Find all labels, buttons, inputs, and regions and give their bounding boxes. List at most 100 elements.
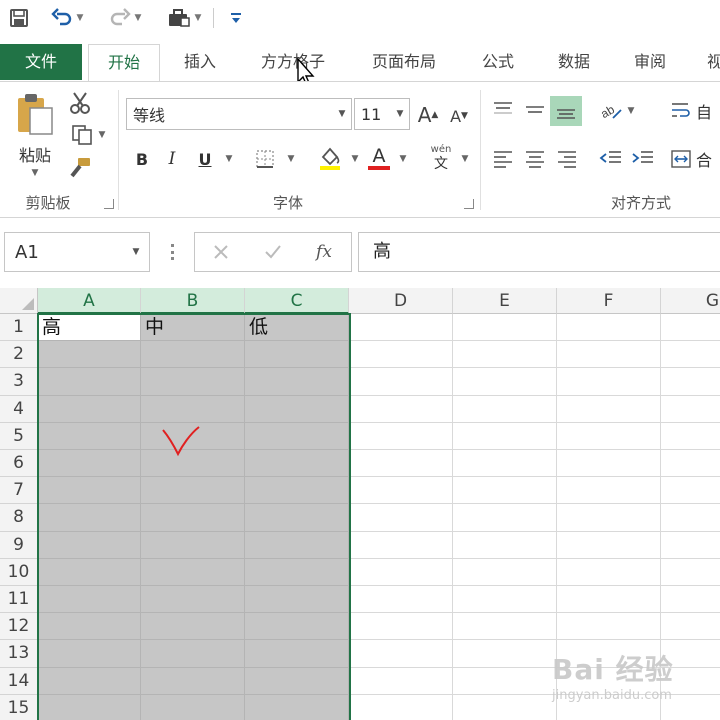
cell-b15[interactable] <box>141 694 245 720</box>
row-header-13[interactable]: 13 <box>0 640 38 668</box>
chevron-down-icon[interactable]: ▼ <box>333 109 351 119</box>
insert-function-icon[interactable]: fx <box>309 239 339 265</box>
cell-f7[interactable] <box>557 477 661 505</box>
underline-button[interactable]: U <box>192 144 218 174</box>
cell-a7[interactable] <box>38 477 141 505</box>
cell-d3[interactable] <box>349 368 453 396</box>
cell-e9[interactable] <box>453 531 557 559</box>
cell-g3[interactable] <box>661 368 720 396</box>
tab-page-layout[interactable]: 页面布局 <box>358 44 450 80</box>
cell-f8[interactable] <box>557 504 661 532</box>
cell-b9[interactable] <box>141 531 245 559</box>
orientation-icon[interactable]: ab <box>596 96 626 126</box>
cell-d6[interactable] <box>349 450 453 478</box>
chevron-down-icon[interactable]: ▼ <box>391 109 409 119</box>
cell-d13[interactable] <box>349 640 453 668</box>
cell-b11[interactable] <box>141 586 245 614</box>
cell-a8[interactable] <box>38 504 141 532</box>
cell-c14[interactable] <box>245 667 349 695</box>
redo-button[interactable]: ▼ <box>104 4 146 32</box>
cell-e4[interactable] <box>453 395 557 423</box>
chevron-down-icon[interactable]: ▼ <box>624 96 638 126</box>
cell-g8[interactable] <box>661 504 720 532</box>
row-header-3[interactable]: 3 <box>0 368 38 396</box>
cell-g4[interactable] <box>661 396 720 423</box>
column-header-c[interactable]: C <box>245 288 349 314</box>
cell-d14[interactable] <box>349 667 453 695</box>
cell-c4[interactable] <box>245 395 349 423</box>
phonetic-guide-button[interactable]: wén 文 <box>424 140 458 176</box>
row-header-12[interactable]: 12 <box>0 613 38 641</box>
cell-b8[interactable] <box>141 504 245 532</box>
tab-home[interactable]: 开始 <box>88 44 160 82</box>
cell-g1[interactable] <box>661 314 720 342</box>
column-header-d[interactable]: D <box>349 288 453 314</box>
cancel-entry-icon[interactable] <box>207 239 235 265</box>
increase-indent-icon[interactable] <box>628 144 658 174</box>
cell-c2[interactable] <box>245 341 349 369</box>
cell-d5[interactable] <box>349 422 453 450</box>
cell-d10[interactable] <box>349 558 453 586</box>
cell-c3[interactable] <box>245 368 349 396</box>
cell-e15[interactable] <box>453 694 557 720</box>
cell-b1[interactable]: 中 <box>141 314 245 342</box>
cell-d12[interactable] <box>349 613 453 641</box>
formula-bar-grip-icon[interactable] <box>170 244 174 260</box>
row-header-5[interactable]: 5 <box>0 422 38 450</box>
cell-a6[interactable] <box>38 450 141 478</box>
cell-e2[interactable] <box>453 341 557 369</box>
cell-a5[interactable] <box>38 422 141 450</box>
cell-d15[interactable] <box>349 694 453 720</box>
column-header-a[interactable]: A <box>38 288 141 314</box>
cell-e1[interactable] <box>453 314 557 342</box>
cell-e7[interactable] <box>453 477 557 505</box>
align-middle-icon[interactable] <box>520 96 550 126</box>
font-color-button[interactable]: A <box>366 142 392 174</box>
formula-input[interactable]: 高 <box>358 232 720 272</box>
cell-e14[interactable] <box>453 667 557 695</box>
wrap-text-button[interactable]: 自 <box>670 96 720 126</box>
tab-formulas[interactable]: 公式 <box>468 44 528 80</box>
column-header-g[interactable]: G <box>661 288 720 314</box>
cell-b3[interactable] <box>141 368 245 396</box>
cell-a15[interactable] <box>38 694 141 720</box>
cell-b4[interactable] <box>141 395 245 423</box>
chevron-down-icon[interactable]: ▼ <box>348 144 362 174</box>
cell-f9[interactable] <box>557 531 661 559</box>
row-header-7[interactable]: 7 <box>0 477 38 505</box>
cell-c11[interactable] <box>245 586 349 614</box>
cell-a3[interactable] <box>38 368 141 396</box>
cell-g2[interactable] <box>661 341 720 369</box>
paste-button[interactable]: 粘贴 ▼ <box>10 90 60 180</box>
increase-font-size-icon[interactable]: A ▲ <box>414 100 442 130</box>
cell-b13[interactable] <box>141 640 245 668</box>
tab-review[interactable]: 审阅 <box>620 44 680 80</box>
font-size-combo[interactable]: 11 ▼ <box>354 98 410 130</box>
cell-f3[interactable] <box>557 368 661 396</box>
cell-e6[interactable] <box>453 450 557 478</box>
row-header-15[interactable]: 15 <box>0 694 38 720</box>
row-header-6[interactable]: 6 <box>0 450 38 478</box>
cell-f2[interactable] <box>557 341 661 369</box>
cell-c6[interactable] <box>245 450 349 478</box>
chevron-down-icon[interactable]: ▼ <box>458 144 472 174</box>
chevron-down-icon[interactable]: ▼ <box>284 144 298 174</box>
chevron-down-icon[interactable]: ▼ <box>396 144 410 174</box>
decrease-font-size-icon[interactable]: A ▼ <box>446 102 472 130</box>
cell-e5[interactable] <box>453 422 557 450</box>
row-header-11[interactable]: 11 <box>0 586 38 614</box>
cell-g5[interactable] <box>661 423 720 450</box>
cell-f4[interactable] <box>557 395 661 423</box>
cell-d11[interactable] <box>349 586 453 614</box>
cell-g11[interactable] <box>661 586 720 614</box>
chevron-down-icon[interactable]: ▼ <box>123 247 149 257</box>
align-top-icon[interactable] <box>488 96 518 124</box>
cell-f10[interactable] <box>557 558 661 586</box>
dialog-launcher-icon[interactable] <box>464 199 474 209</box>
cell-c13[interactable] <box>245 640 349 668</box>
align-bottom-icon[interactable] <box>550 96 582 126</box>
copy-button[interactable]: ▼ <box>66 122 110 148</box>
cell-g6[interactable] <box>661 450 720 478</box>
row-header-10[interactable]: 10 <box>0 558 38 586</box>
cell-c7[interactable] <box>245 477 349 505</box>
